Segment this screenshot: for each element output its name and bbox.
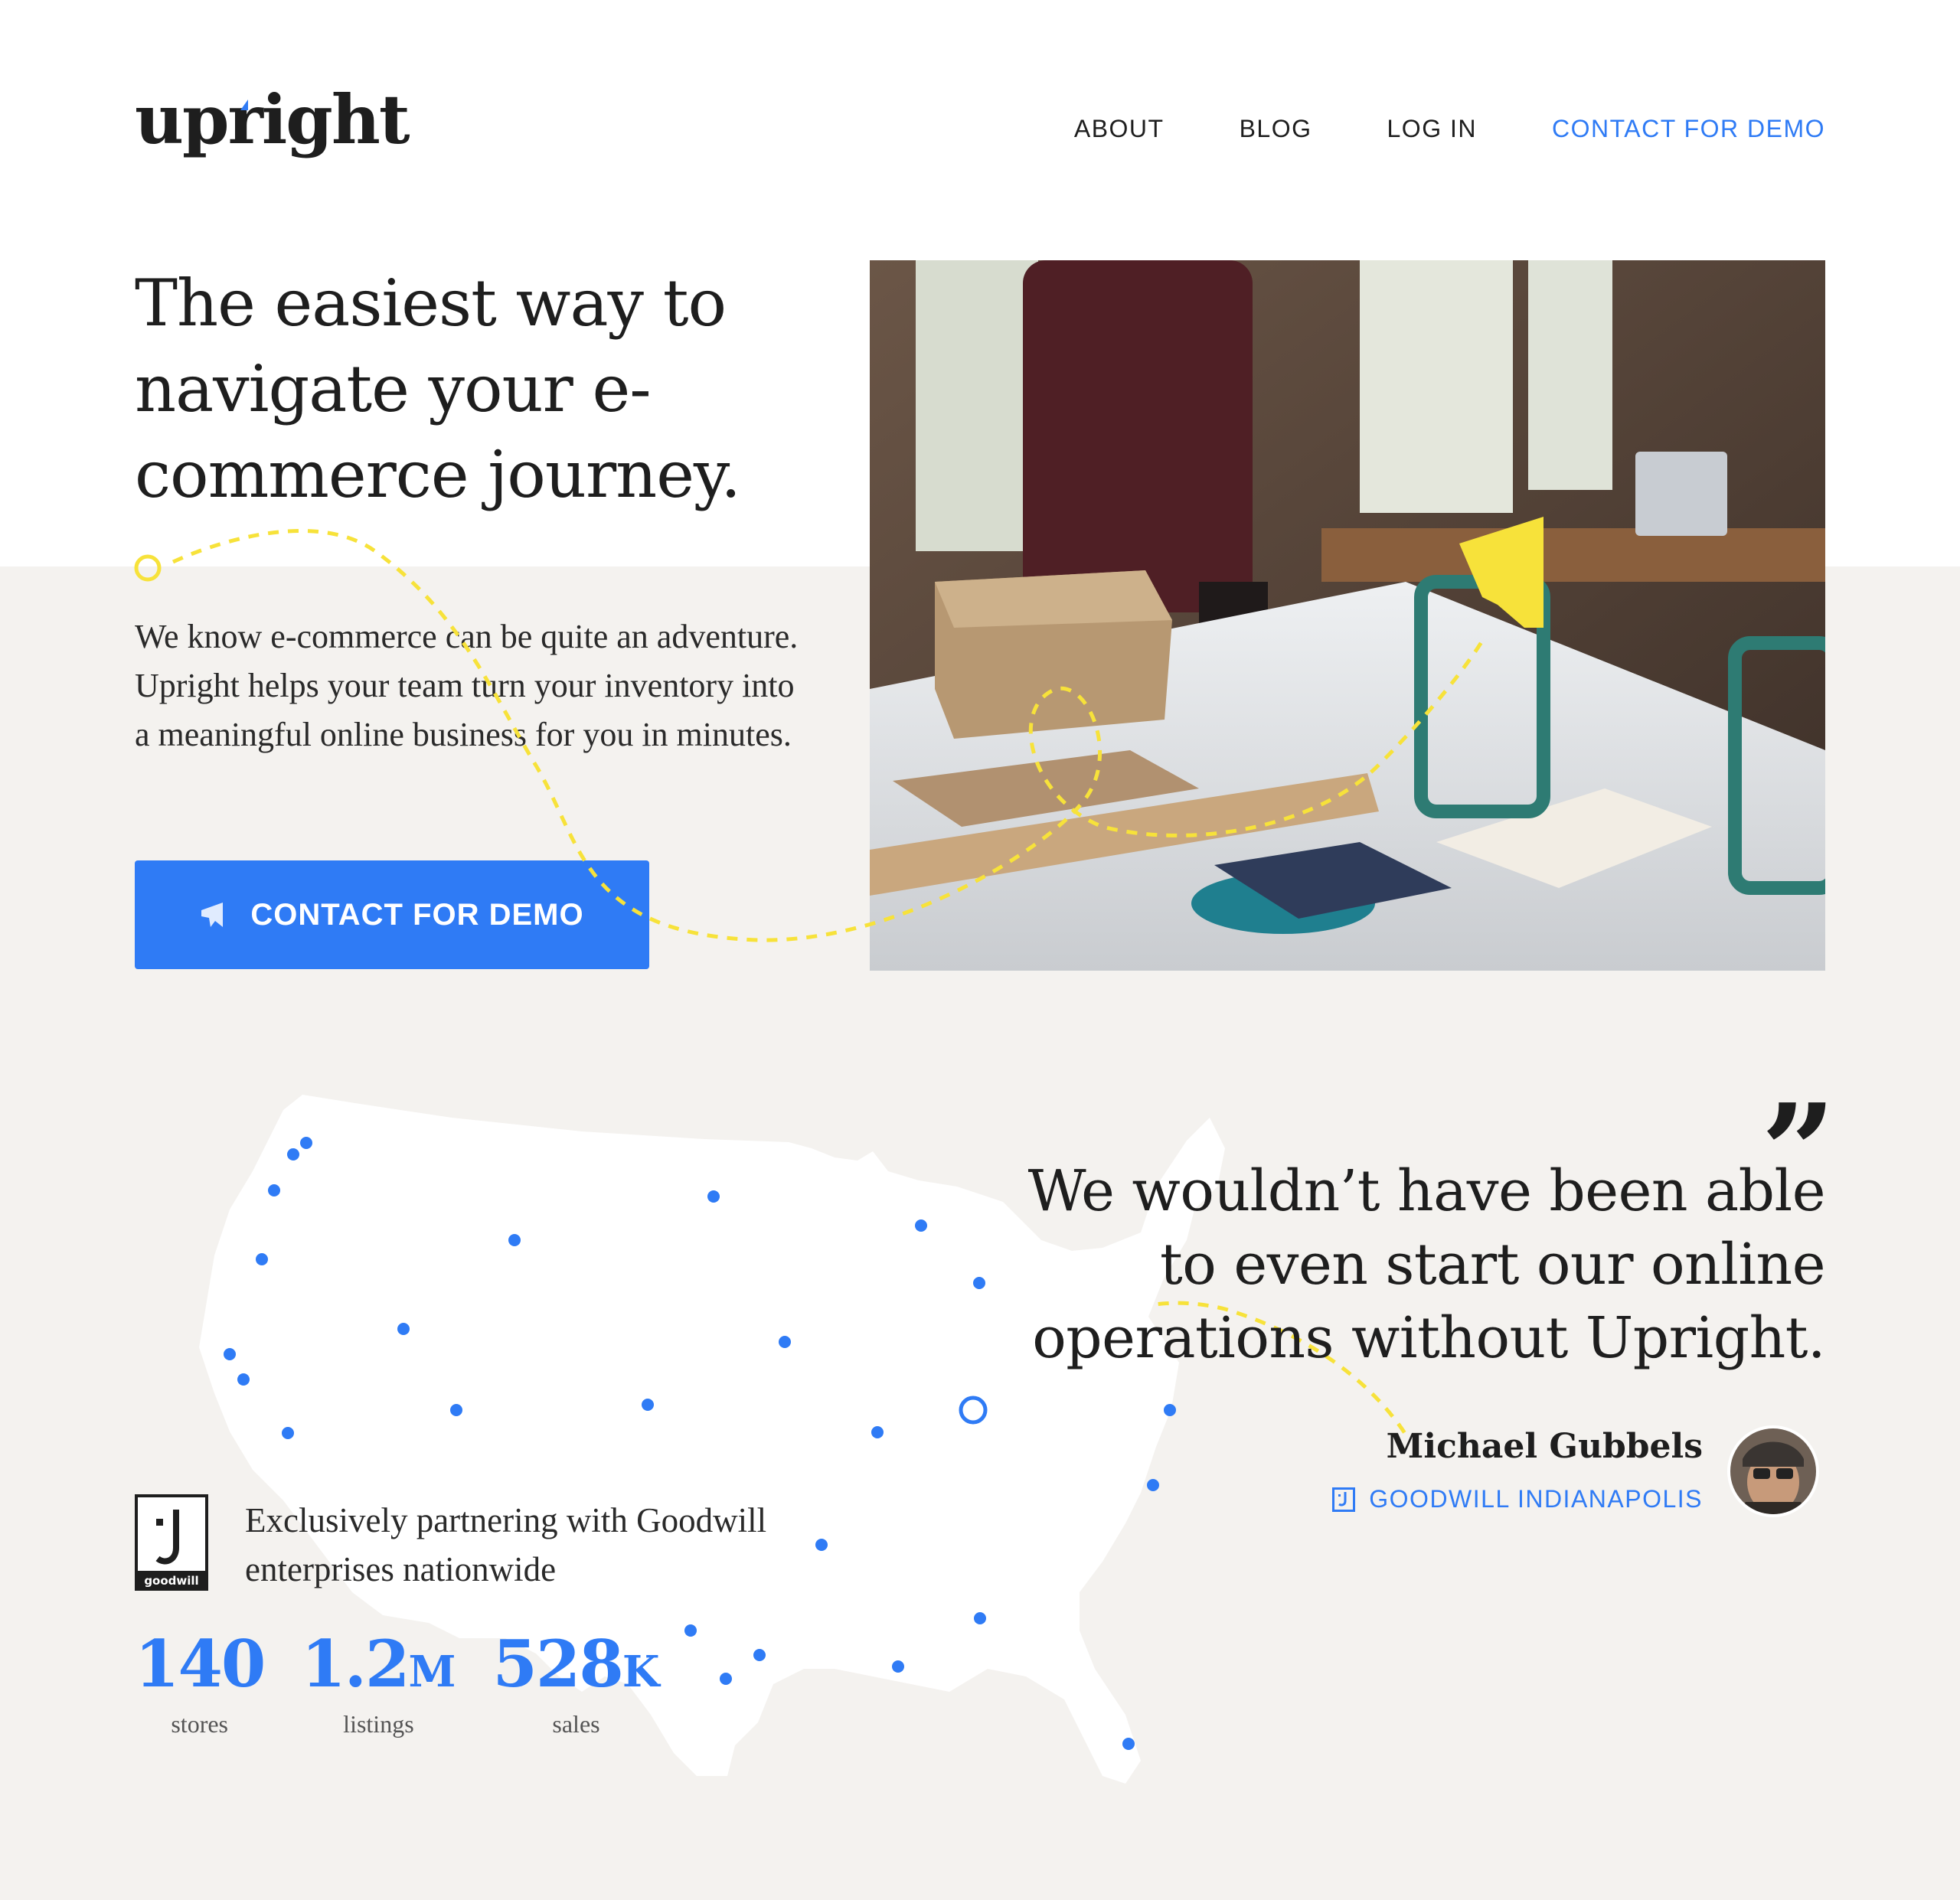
hero-title: The easiest way to navigate your e-comme… [135,266,741,512]
stat-listings: 1.2M listings [301,1626,456,1738]
goodwill-logo-text: goodwill [144,1574,198,1588]
avatar [1727,1425,1819,1517]
stat-label: listings [343,1710,414,1738]
partner-description: Exclusively partnering with Goodwill ent… [245,1501,767,1588]
testimonial-author-name: Michael Gubbels [1386,1427,1703,1466]
nav-contact-demo[interactable]: CONTACT FOR DEMO [1552,115,1825,143]
stat-sales: 528K sales [492,1626,659,1738]
stat-value: 1.2M [301,1626,456,1702]
hero-photo [870,260,1825,971]
nav-about[interactable]: ABOUT [1074,115,1165,143]
logo[interactable]: upright [135,86,410,153]
hero-description: We know e-commerce can be quite an adven… [135,618,799,753]
nav-blog[interactable]: BLOG [1240,115,1312,143]
nav-login[interactable]: LOG IN [1387,115,1477,143]
megaphone-icon [201,903,224,927]
stat-value: 140 [135,1626,266,1702]
stat-stores: 140 stores [135,1626,266,1738]
contact-demo-button[interactable]: CONTACT FOR DEMO [135,860,649,969]
stat-label: stores [171,1710,228,1738]
logo-text: upright [135,80,410,159]
testimonial-quote: We wouldn’t have been able to even start… [1027,1158,1826,1371]
author-org-label: GOODWILL INDIANAPOLIS [1369,1485,1703,1513]
contact-demo-label: CONTACT FOR DEMO [250,897,584,932]
testimonial-author-org[interactable]: GOODWILL INDIANAPOLIS [1332,1485,1703,1513]
goodwill-logo: goodwill [135,1494,208,1591]
logo-accent-icon [240,100,248,110]
stat-value: 528K [492,1626,660,1702]
goodwill-icon [1332,1487,1356,1512]
stats-row: 140 stores 1.2M listings 528K sales [135,1626,660,1738]
stat-label: sales [552,1710,600,1738]
main-nav: ABOUT BLOG LOG IN CONTACT FOR DEMO [1074,115,1825,143]
